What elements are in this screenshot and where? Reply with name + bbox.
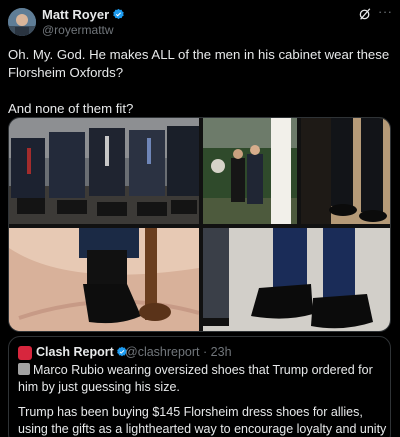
grok-icon[interactable] [358,7,372,21]
photo-cabinet-seated[interactable] [9,118,199,224]
quote-author-name-text: Clash Report [36,345,114,359]
author-avatar[interactable] [8,8,36,36]
photo-path-legs[interactable] [301,118,390,224]
quote-timestamp: 23h [210,345,232,359]
quote-line1-text: Marco Rubio wearing oversized shoes that… [18,363,373,394]
quoted-tweet-card[interactable]: Clash Report @clashreport · 23h Marco Ru… [8,336,391,437]
quote-author-handle: @clashreport · 23h [125,345,232,359]
tweet-header: Matt Royer @royermattw ··· [0,0,400,44]
quote-author-name: Clash Report [36,345,128,359]
quote-author-avatar [18,346,32,360]
photo-oxfords[interactable] [203,228,390,331]
verified-badge-icon [113,8,124,20]
photo-shoe-closeup[interactable] [9,228,199,331]
quote-text-line2: Trump has been buying $145 Florsheim dre… [18,405,387,436]
tweet-text: Oh. My. God. He makes ALL of the men in … [8,47,390,116]
author-name-text: Matt Royer [42,7,110,22]
quote-handle-text: @clashreport [125,345,200,359]
author-handle[interactable]: @royermattw [42,23,114,37]
more-options-icon[interactable]: ··· [378,5,394,19]
author-name[interactable]: Matt Royer [42,7,125,22]
camera-emoji-icon [18,363,30,375]
photo-garden-couple[interactable] [203,118,297,224]
quote-text-line1: Marco Rubio wearing oversized shoes that… [18,362,384,396]
media-grid [8,117,391,332]
quote-separator: · [203,345,208,359]
